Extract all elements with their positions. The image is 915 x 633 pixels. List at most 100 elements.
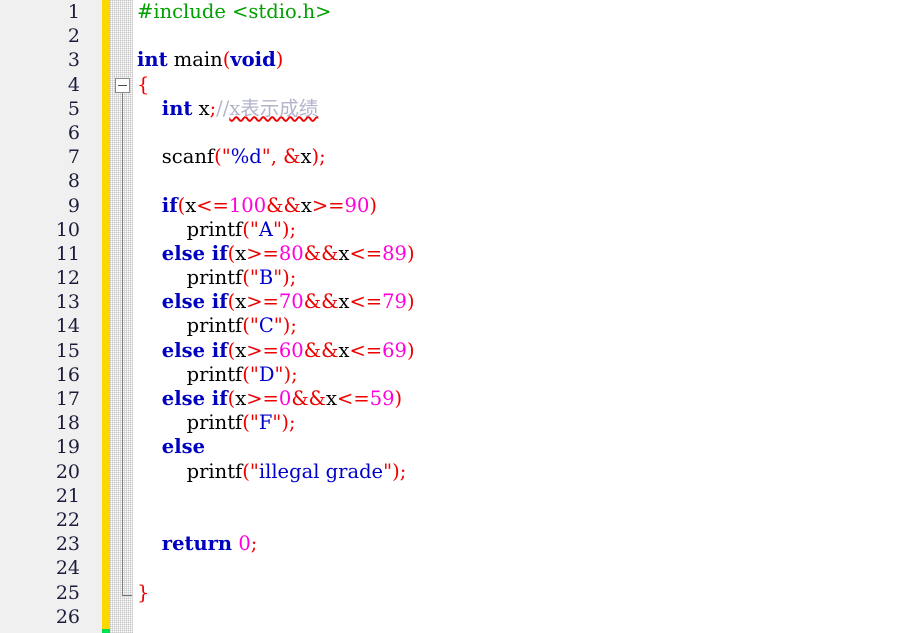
code-token-plain: printf bbox=[137, 362, 243, 386]
line-number: 21 bbox=[55, 484, 80, 507]
code-line[interactable] bbox=[137, 169, 915, 193]
line-number: 13 bbox=[55, 291, 80, 314]
code-token-quote: " bbox=[383, 459, 393, 483]
code-line[interactable]: else if(x>=80&&x<=89) bbox=[137, 242, 915, 266]
fold-guide-elbow bbox=[122, 594, 132, 596]
code-token-op: >= bbox=[246, 241, 279, 265]
code-token-kw: int bbox=[161, 96, 193, 120]
code-token-op: >= bbox=[246, 290, 279, 314]
code-token-num: 60 bbox=[278, 338, 304, 362]
code-line[interactable]: int x;//x表示成绩 bbox=[137, 97, 915, 121]
code-token-plain: printf bbox=[137, 459, 243, 483]
source-code-text-area[interactable]: #include <stdio.h> int main(void){ int x… bbox=[133, 0, 915, 633]
code-token-punct: ) bbox=[281, 411, 289, 435]
code-line[interactable]: printf("A"); bbox=[137, 218, 915, 242]
code-token-op: & bbox=[283, 145, 301, 169]
code-token-num: 79 bbox=[382, 290, 407, 314]
change-bar-segment-saved bbox=[102, 629, 110, 633]
code-line[interactable]: else if(x>=70&&x<=79) bbox=[137, 290, 915, 314]
code-line[interactable] bbox=[137, 556, 915, 580]
line-number: 19 bbox=[55, 436, 80, 459]
code-line[interactable]: { bbox=[137, 73, 915, 97]
code-line[interactable] bbox=[137, 605, 915, 629]
code-token-plain: x bbox=[300, 193, 312, 217]
code-token-punct: ( bbox=[242, 411, 250, 435]
code-line[interactable]: printf("B"); bbox=[137, 266, 915, 290]
line-number: 26 bbox=[55, 605, 80, 628]
code-token-num: 0 bbox=[238, 532, 251, 556]
code-token-punct: ; bbox=[289, 217, 297, 241]
code-token-punct: ) bbox=[282, 266, 290, 290]
code-token-plain: x bbox=[192, 96, 210, 120]
line-number: 23 bbox=[55, 533, 80, 556]
code-token-punct: { bbox=[137, 72, 150, 96]
code-token-punct: ( bbox=[242, 362, 250, 386]
line-number: 10 bbox=[55, 218, 80, 241]
code-token-punct: ) bbox=[283, 362, 292, 386]
code-token-punct: ( bbox=[242, 314, 250, 338]
line-number: 5 bbox=[67, 97, 80, 120]
code-line[interactable]: int main(void) bbox=[137, 48, 915, 72]
code-line[interactable]: } bbox=[137, 581, 915, 605]
code-token-quote: " bbox=[249, 266, 259, 290]
code-token-kw: else bbox=[161, 435, 205, 459]
code-line[interactable]: return 0; bbox=[137, 532, 915, 556]
code-token-kw: else if bbox=[161, 241, 228, 265]
code-line[interactable] bbox=[137, 629, 915, 633]
code-token-punct: ; bbox=[319, 145, 326, 169]
code-token-plain: x bbox=[300, 145, 312, 169]
code-line[interactable]: else if(x>=60&&x<=69) bbox=[137, 339, 915, 363]
code-token-op: <= bbox=[349, 241, 383, 265]
code-token-kw: else if bbox=[161, 338, 228, 362]
code-token-op: <= bbox=[349, 338, 383, 362]
code-token-plain: x bbox=[338, 290, 350, 314]
code-token-kw: else if bbox=[161, 387, 228, 410]
code-token-num: 69 bbox=[382, 338, 407, 362]
code-token-num: 90 bbox=[344, 193, 370, 217]
code-token-num: 70 bbox=[278, 290, 304, 314]
code-token-plain: scanf bbox=[137, 145, 215, 169]
code-line[interactable]: scanf("%d", &x); bbox=[137, 145, 915, 169]
code-token-quote: " bbox=[249, 459, 259, 483]
code-token-kw: if bbox=[161, 193, 178, 217]
fold-toggle-minus-icon[interactable] bbox=[115, 78, 130, 94]
code-line[interactable]: printf("D"); bbox=[137, 363, 915, 387]
line-number: 11 bbox=[55, 242, 80, 265]
code-line[interactable]: else if(x>=0&&x<=59) bbox=[137, 387, 915, 411]
line-number: 12 bbox=[55, 267, 80, 290]
code-folding-strip[interactable] bbox=[110, 0, 133, 633]
code-token-op: && bbox=[303, 338, 339, 362]
code-token-punct: ; bbox=[289, 266, 297, 290]
line-number: 15 bbox=[55, 339, 80, 362]
code-line[interactable]: printf("F"); bbox=[137, 411, 915, 435]
code-token-punct: ; bbox=[288, 411, 296, 435]
code-line[interactable] bbox=[137, 484, 915, 508]
code-token-punct: ) bbox=[406, 290, 415, 314]
code-token-quote: " bbox=[273, 314, 283, 338]
code-token-punct: ) bbox=[406, 338, 415, 362]
code-line[interactable]: else bbox=[137, 435, 915, 459]
code-line[interactable]: printf("C"); bbox=[137, 314, 915, 338]
code-token-str: A bbox=[258, 217, 273, 241]
code-token-plain: printf bbox=[137, 314, 243, 338]
code-editor[interactable]: 1 2 3 4 5 6 7 8 9 10 11 12 13 14 15 16 17 18 19 20 21 22 23 24 2… bbox=[0, 0, 915, 633]
code-token-kw: return bbox=[161, 532, 233, 556]
code-line[interactable] bbox=[137, 121, 915, 145]
line-number: 27 bbox=[0, 629, 102, 633]
code-token-quote: " bbox=[249, 362, 259, 386]
code-line[interactable]: #include <stdio.h> bbox=[137, 0, 915, 24]
code-line[interactable]: printf("illegal grade"); bbox=[137, 460, 915, 484]
code-line[interactable] bbox=[137, 508, 915, 532]
change-indicator-bar bbox=[102, 0, 110, 633]
code-token-num: 59 bbox=[369, 387, 395, 410]
code-token-punct: ( bbox=[214, 145, 222, 169]
line-number: 4 bbox=[67, 73, 80, 96]
line-number: 6 bbox=[67, 121, 80, 144]
code-line[interactable] bbox=[137, 24, 915, 48]
code-token-op: && bbox=[266, 193, 301, 217]
code-token-plain: x bbox=[235, 387, 247, 410]
code-line[interactable]: if(x<=100&&x>=90) bbox=[137, 194, 915, 218]
code-token-punct: ( bbox=[242, 459, 250, 483]
